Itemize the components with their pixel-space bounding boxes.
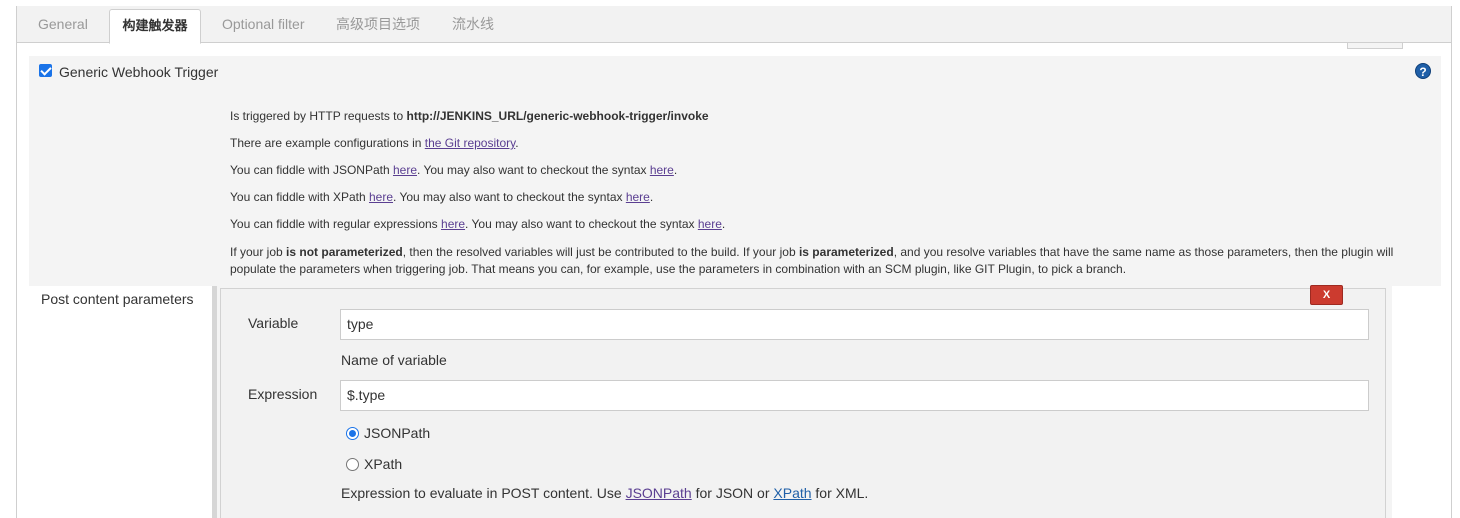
git-repository-link[interactable]: the Git repository: [425, 136, 515, 150]
info-text: If your job: [230, 245, 287, 259]
info-regex-line: You can fiddle with regular expressions …: [230, 216, 725, 233]
info-trigger-url-line: Is triggered by HTTP requests to http://…: [230, 108, 709, 125]
post-content-parameters-label: Post content parameters: [41, 291, 194, 307]
info-text: You can fiddle with JSONPath: [230, 163, 393, 177]
tab-general[interactable]: General: [38, 6, 88, 43]
info-bold-text: is parameterized: [798, 245, 894, 259]
info-text: .: [649, 190, 654, 204]
variable-hint: Name of variable: [341, 352, 447, 368]
regex-syntax-link[interactable]: here: [698, 217, 722, 231]
info-text: There are example configurations in: [230, 136, 425, 150]
info-text: . You may also want to checkout the synt…: [465, 217, 698, 231]
jsonpath-option[interactable]: JSONPath: [346, 425, 430, 441]
desc-text: Expression to evaluate in POST content. …: [341, 485, 626, 501]
info-text: . You may also want to checkout the synt…: [393, 190, 626, 204]
tab-build-triggers[interactable]: 构建触发器: [109, 9, 201, 44]
xpath-radio[interactable]: [346, 457, 359, 471]
jsonpath-fiddle-link[interactable]: here: [393, 163, 417, 177]
info-text: You can fiddle with regular expressions: [230, 217, 442, 231]
info-examples-line: There are example configurations in the …: [230, 135, 519, 152]
expression-description: Expression to evaluate in POST content. …: [341, 485, 868, 501]
info-text: . You may also want to checkout the synt…: [417, 163, 650, 177]
desc-text: for JSON or: [691, 485, 774, 501]
generic-webhook-trigger-label: Generic Webhook Trigger: [59, 64, 219, 80]
jsonpath-link[interactable]: JSONPath: [626, 485, 692, 501]
help-icon[interactable]: ?: [1415, 63, 1431, 79]
info-text: Is triggered by HTTP requests to: [230, 109, 407, 123]
xpath-option-label: XPath: [364, 456, 403, 472]
info-jsonpath-line: You can fiddle with JSONPath here. You m…: [230, 162, 677, 179]
tab-advanced-project-options[interactable]: 高级项目选项: [336, 6, 420, 43]
partial-button-stub: [1347, 43, 1403, 49]
info-text: , then the resolved variables will just …: [402, 245, 799, 259]
jsonpath-radio[interactable]: [346, 426, 359, 440]
variable-label: Variable: [248, 315, 299, 331]
regex-fiddle-link[interactable]: here: [441, 217, 465, 231]
xpath-syntax-link[interactable]: here: [626, 190, 650, 204]
info-text: .: [673, 163, 678, 177]
info-text: .: [515, 136, 519, 150]
desc-text: for XML.: [811, 485, 869, 501]
info-parameterized-note: If your job is not parameterized, then t…: [230, 244, 1410, 278]
xpath-fiddle-link[interactable]: here: [369, 190, 393, 204]
tab-pipeline[interactable]: 流水线: [452, 6, 494, 43]
info-xpath-line: You can fiddle with XPath here. You may …: [230, 189, 653, 206]
jsonpath-option-label: JSONPath: [364, 425, 431, 441]
info-text: .: [721, 217, 726, 231]
info-bold-text: is not parameterized: [286, 245, 403, 259]
delete-parameter-button[interactable]: X: [1310, 285, 1343, 305]
jsonpath-syntax-link[interactable]: here: [650, 163, 674, 177]
generic-webhook-trigger-row: Generic Webhook Trigger ?: [29, 56, 1441, 90]
expression-input[interactable]: $.type: [340, 380, 1369, 411]
trigger-info-panel: Is triggered by HTTP requests to http://…: [29, 90, 1441, 286]
xpath-option[interactable]: XPath: [346, 456, 402, 472]
xpath-link[interactable]: XPath: [773, 485, 811, 501]
expression-label: Expression: [248, 386, 318, 402]
tab-optional-filter[interactable]: Optional filter: [222, 6, 304, 43]
webhook-url: http://JENKINS_URL/generic-webhook-trigg…: [406, 109, 709, 123]
generic-webhook-trigger-checkbox[interactable]: [39, 64, 52, 77]
config-tab-bar: General 构建触发器 Optional filter 高级项目选项 流水线: [17, 6, 1451, 44]
info-text: You can fiddle with XPath: [230, 190, 369, 204]
variable-input[interactable]: type: [340, 309, 1369, 340]
